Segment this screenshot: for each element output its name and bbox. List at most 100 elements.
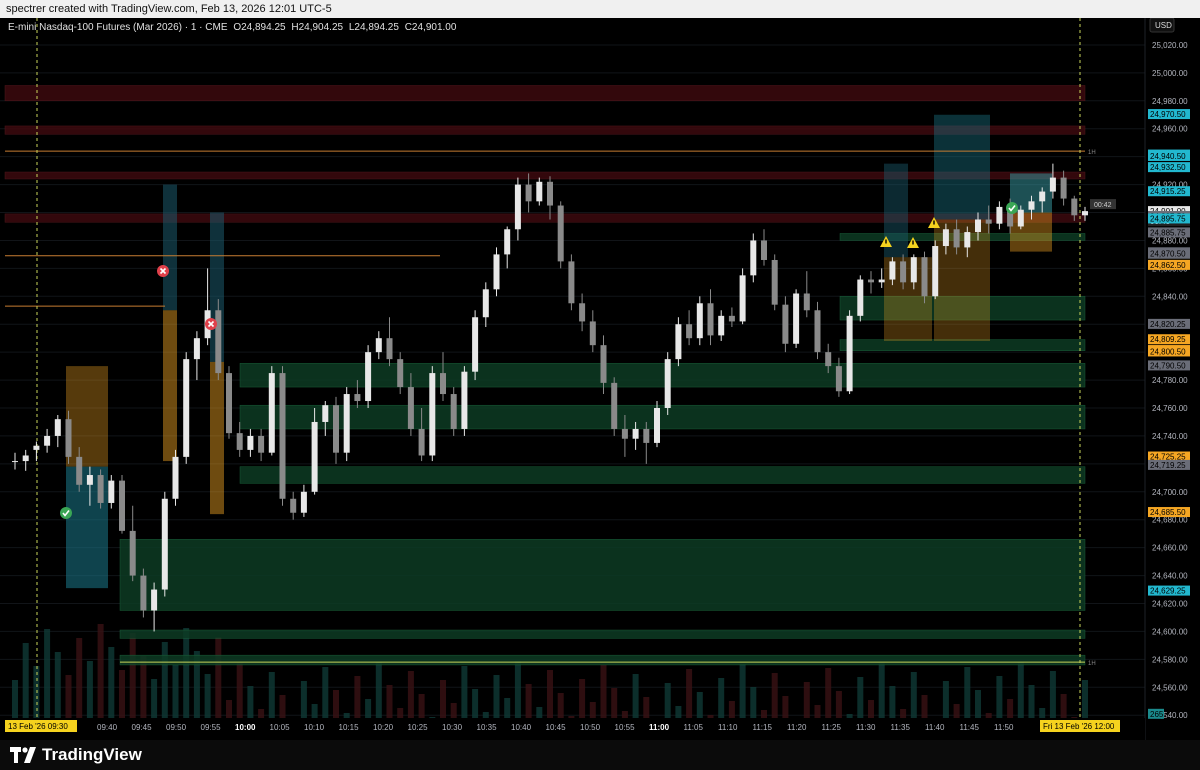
- candle-body: [600, 345, 607, 383]
- trade-box-teal: [934, 114, 990, 220]
- trade-box-orange: [163, 310, 177, 462]
- candle-body: [12, 461, 18, 463]
- candle-body: [247, 435, 254, 450]
- candle-body: [547, 181, 553, 206]
- candle: [493, 247, 500, 297]
- price-tick-label: 24,580.00: [1152, 655, 1188, 664]
- time-tick-label: 10:00: [235, 723, 256, 732]
- candle-body: [258, 435, 265, 453]
- candle: [54, 414, 61, 448]
- warning-signal-icon: [912, 240, 914, 245]
- candle: [814, 301, 821, 360]
- candle-body: [482, 289, 489, 318]
- candle-body: [568, 261, 575, 304]
- price-tick-label: 24,560.00: [1152, 683, 1188, 692]
- candle-body: [953, 229, 960, 248]
- time-cursor-label: 13 Feb '26 09:30: [8, 722, 68, 731]
- candle-body: [1049, 177, 1056, 192]
- candle-body: [300, 491, 307, 513]
- supply-zone: [4, 171, 1086, 180]
- tradingview-logo[interactable]: TradingView: [10, 745, 142, 765]
- countdown-small-label: 00:42: [1094, 202, 1112, 209]
- time-axis: 09:40 09:45 09:50 09:55 10:00 10:05 10:10 10:15…: [0, 718, 1145, 740]
- warning-signal-icon: [933, 220, 935, 225]
- candle: [12, 452, 18, 470]
- candle-body: [889, 261, 896, 280]
- candle: [921, 251, 928, 304]
- time-tick-label: 09:45: [132, 723, 153, 732]
- candle-body: [268, 373, 275, 453]
- candle-body: [654, 408, 660, 443]
- candle-body: [183, 359, 190, 457]
- candle: [300, 484, 307, 517]
- candle: [204, 268, 211, 346]
- candle: [97, 469, 104, 509]
- candle-body: [782, 304, 789, 344]
- price-tick-label: 24,780.00: [1152, 376, 1188, 385]
- price-tag-label: 24,895.75: [1150, 214, 1186, 223]
- candle-body: [557, 205, 564, 262]
- candle-body: [504, 229, 511, 255]
- price-tag-label: 24,915.25: [1150, 187, 1186, 196]
- candle-body: [119, 480, 125, 531]
- candle-body: [333, 405, 339, 453]
- time-tick-label: 10:15: [339, 723, 360, 732]
- candle: [33, 441, 40, 462]
- candle-body: [311, 421, 318, 492]
- candle-body: [868, 279, 874, 283]
- candle-body: [429, 373, 436, 456]
- candle-body: [279, 373, 286, 499]
- candle: [846, 310, 853, 395]
- price-axis: USD 25,020.00 25,000.00 24,980.00 24,960.00 2…: [1144, 17, 1200, 740]
- symbol-name: E-mini Nasdaq-100 Futures (Mar 2026) · 1…: [8, 22, 228, 33]
- time-tick-label: 09:40: [97, 723, 118, 732]
- candle: [226, 366, 232, 439]
- trade-box-orange: [210, 361, 224, 515]
- candle-body: [643, 428, 650, 443]
- trade-box-orange: [66, 366, 108, 467]
- candle-body: [65, 419, 72, 457]
- price-tag-label: 24,932.50: [1150, 163, 1186, 172]
- chart-area[interactable]: 1H 1H USD 25,020.00 25,000.00 24,980.00 24,960…: [0, 17, 1200, 740]
- time-tick-label: 10:35: [477, 723, 498, 732]
- time-tick-label: 11:50: [994, 723, 1014, 732]
- time-tick-label: 09:55: [201, 723, 222, 732]
- time-tick-label: 10:40: [511, 723, 532, 732]
- candle: [397, 352, 404, 395]
- candle-body: [375, 338, 382, 353]
- price-tick-label: 24,740.00: [1152, 432, 1188, 441]
- candle: [375, 331, 382, 360]
- candle: [696, 296, 703, 346]
- candle-body: [857, 279, 864, 316]
- candle: [536, 177, 543, 206]
- candle: [333, 396, 339, 464]
- currency-label: USD: [1155, 21, 1172, 30]
- candle-body: [664, 359, 671, 409]
- candle: [268, 366, 275, 456]
- price-tick-label: 24,640.00: [1152, 572, 1188, 581]
- candle-body: [771, 259, 778, 305]
- candle-body: [825, 352, 832, 367]
- candle-body: [793, 293, 800, 344]
- time-tick-label: 10:45: [546, 723, 567, 732]
- candle-body: [493, 254, 500, 290]
- candle: [472, 310, 479, 381]
- time-tick-label: 11:40: [925, 723, 945, 732]
- candle: [140, 568, 147, 618]
- candle: [193, 331, 200, 381]
- time-tick-label: 11:05: [684, 723, 704, 732]
- demand-zone: [239, 404, 1086, 430]
- price-tick-label: 24,700.00: [1152, 488, 1188, 497]
- candle: [161, 491, 168, 597]
- candlestick-chart[interactable]: 1H 1H USD 25,020.00 25,000.00 24,980.00 24,960…: [0, 17, 1200, 740]
- price-tag-label: 24,862.50: [1150, 261, 1186, 270]
- price-tag-label: 24,940.50: [1150, 152, 1186, 161]
- price-tick-label: 24,980.00: [1152, 97, 1188, 106]
- price-tag-label: 24,885.75: [1150, 228, 1186, 237]
- price-tag-label: 24,970.50: [1150, 110, 1186, 119]
- legend-open: O24,894.25: [233, 22, 286, 33]
- candle: [279, 366, 286, 506]
- candle-body: [129, 530, 136, 576]
- candle: [322, 401, 329, 436]
- candle-body: [696, 303, 703, 339]
